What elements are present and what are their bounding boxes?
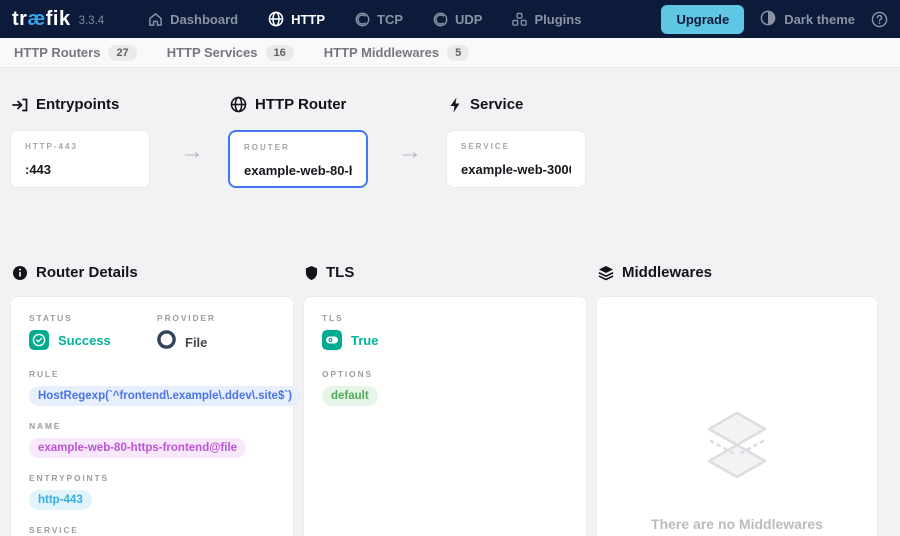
service-card-value: example-web-3000 — [461, 162, 571, 177]
service-card-label: SERVICE — [461, 142, 571, 151]
home-icon — [148, 12, 163, 27]
file-provider-icon — [157, 330, 176, 354]
navbar-right: Upgrade Dark theme — [661, 5, 888, 34]
middlewares-title: Middlewares — [598, 264, 712, 281]
tls-toggle-icon — [322, 330, 342, 350]
info-icon — [12, 265, 28, 281]
service-section-title: Service — [448, 96, 523, 113]
entrypoint-card: HTTP-443 :443 — [10, 130, 150, 188]
tls-panel: TLS True OPTIONS default — [303, 296, 587, 536]
name-label: NAME — [29, 421, 275, 431]
contrast-icon — [760, 10, 776, 29]
nav-item-tcp[interactable]: TCP — [355, 12, 403, 27]
section-title-text: Service — [470, 96, 523, 113]
name-chip: example-web-80-https-frontend@file — [29, 438, 246, 458]
router-details-panel: STATUS Success PROVIDER File RULE HostRe… — [10, 296, 294, 536]
layers-icon — [598, 265, 614, 281]
swirl-icon — [433, 12, 448, 27]
tab-count-badge: 16 — [266, 45, 294, 61]
sub-tabbar: HTTP Routers 27 HTTP Services 16 HTTP Mi… — [0, 38, 900, 68]
tab-http-routers[interactable]: HTTP Routers 27 — [14, 45, 137, 61]
entrypoints-section-title: Entrypoints — [12, 96, 119, 113]
empty-layers-icon — [689, 409, 785, 489]
nav-item-label: Plugins — [534, 12, 581, 27]
router-card-value: example-web-80-https... — [244, 163, 352, 178]
nav-item-plugins[interactable]: Plugins — [512, 12, 581, 27]
nav-item-dashboard[interactable]: Dashboard — [148, 12, 238, 27]
theme-label: Dark theme — [784, 12, 855, 27]
status-value: Success — [58, 333, 111, 348]
tab-http-services[interactable]: HTTP Services 16 — [167, 45, 294, 61]
http-router-section-title: HTTP Router — [230, 96, 346, 113]
shield-icon — [305, 265, 318, 281]
main-content: Entrypoints HTTP Router Service HTTP-443… — [0, 68, 900, 536]
section-title-text: Entrypoints — [36, 96, 119, 113]
tls-title: TLS — [305, 264, 354, 281]
tls-options-chip: default — [322, 386, 378, 406]
middlewares-panel: There are no Middlewares configured — [596, 296, 878, 536]
logo-text: fik — [46, 8, 71, 30]
rule-chip: HostRegexp(`^frontend\.example\.ddev\.si… — [29, 386, 301, 406]
service-label: SERVICE — [29, 525, 275, 535]
help-icon[interactable] — [871, 11, 888, 28]
swirl-icon — [355, 12, 370, 27]
section-title-text: Router Details — [36, 264, 138, 281]
nav-item-label: HTTP — [291, 12, 325, 27]
router-card-label: ROUTER — [244, 143, 352, 152]
empty-state-text: There are no Middlewares configured — [637, 514, 837, 536]
tls-label: TLS — [322, 313, 568, 323]
tls-value: True — [351, 333, 378, 348]
section-title-text: TLS — [326, 264, 354, 281]
router-card: ROUTER example-web-80-https... — [228, 130, 368, 188]
logo-ae: æ — [27, 8, 45, 30]
nav-item-http[interactable]: HTTP — [268, 11, 325, 27]
version-label: 3.3.4 — [79, 15, 105, 27]
tab-count-badge: 5 — [447, 45, 469, 61]
rule-label: RULE — [29, 369, 275, 379]
main-nav: Dashboard HTTP TCP UDP Plugins — [148, 11, 581, 27]
plugins-icon — [512, 12, 527, 27]
entrypoint-card-label: HTTP-443 — [25, 142, 135, 151]
top-navbar: træfik 3.3.4 Dashboard HTTP TCP UDP Plug… — [0, 0, 900, 38]
tab-label: HTTP Routers — [14, 45, 100, 60]
bolt-icon — [448, 97, 462, 113]
flow-arrow-icon: → — [398, 138, 422, 166]
section-title-text: Middlewares — [622, 264, 712, 281]
entrypoint-chip: http-443 — [29, 490, 92, 510]
entrypoint-card-value: :443 — [25, 162, 135, 177]
nav-item-label: TCP — [377, 12, 403, 27]
logo-text: tr — [12, 8, 27, 30]
tab-label: HTTP Services — [167, 45, 258, 60]
nav-item-udp[interactable]: UDP — [433, 12, 482, 27]
upgrade-button[interactable]: Upgrade — [661, 5, 744, 34]
tls-options-label: OPTIONS — [322, 369, 568, 379]
status-label: STATUS — [29, 313, 157, 323]
provider-value: File — [185, 335, 207, 350]
middlewares-empty-state: There are no Middlewares configured — [615, 313, 859, 536]
tab-label: HTTP Middlewares — [324, 45, 439, 60]
flow-arrow-icon: → — [180, 138, 204, 166]
provider-label: PROVIDER — [157, 313, 216, 323]
service-card: SERVICE example-web-3000 — [446, 130, 586, 188]
router-details-title: Router Details — [12, 264, 138, 281]
section-title-text: HTTP Router — [255, 96, 346, 113]
tab-http-middlewares[interactable]: HTTP Middlewares 5 — [324, 45, 469, 61]
login-arrow-icon — [12, 97, 28, 113]
globe-icon — [230, 96, 247, 113]
traefik-logo[interactable]: træfik — [12, 8, 71, 31]
success-check-icon — [29, 330, 49, 350]
entrypoints-label: ENTRYPOINTS — [29, 473, 275, 483]
theme-toggle[interactable]: Dark theme — [760, 10, 855, 29]
nav-item-label: UDP — [455, 12, 482, 27]
globe-icon — [268, 11, 284, 27]
nav-item-label: Dashboard — [170, 12, 238, 27]
tab-count-badge: 27 — [108, 45, 136, 61]
